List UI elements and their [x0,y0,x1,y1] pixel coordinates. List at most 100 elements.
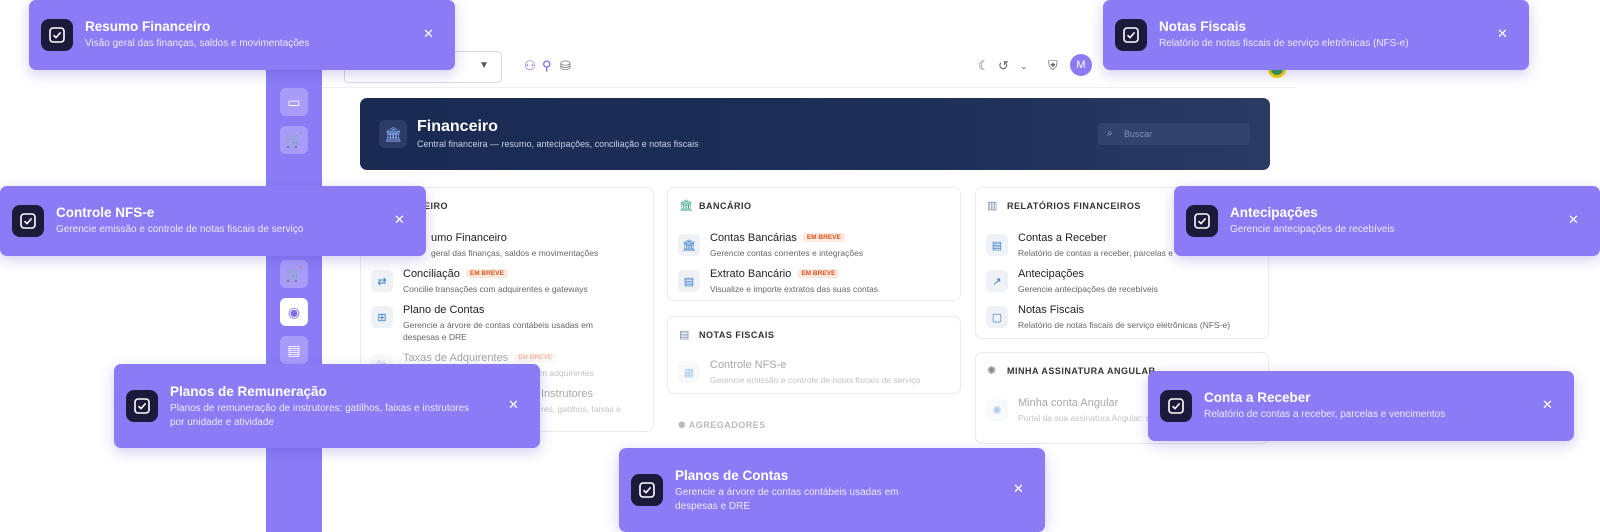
toast-notification: Conta a Receber Relatório de contas a re… [1148,371,1574,441]
bank-icon: 🏛 [379,120,407,148]
toast-title: Controle NFS-e [56,205,155,220]
bank-icon: 🏛 [678,234,700,256]
dashboard-icon[interactable]: ▭ [280,88,308,116]
check-icon [631,474,663,506]
item-title: Plano de Contas [403,304,485,316]
avatar[interactable]: M [1070,54,1092,76]
toast-description: Planos de remuneração de instrutores: ga… [170,403,470,428]
card-header: NOTAS FISCAIS [699,330,775,340]
toast-description: Relatório de contas a receber, parcelas … [1204,409,1446,420]
close-icon[interactable]: ✕ [1568,212,1579,228]
item-desc: Visualize e importe extratos das suas co… [710,284,879,294]
toast-notification: Planos de Contas Gerencie a árvore de co… [619,448,1045,532]
agregadores-header: ✺ AGREGADORES [678,420,766,430]
search-input[interactable]: ⌕ Buscar [1098,123,1250,145]
toast-title: Conta a Receber [1204,390,1311,405]
item-desc: Gerencie a árvore de contas contábeis us… [403,320,593,342]
finance-header: 🏛 Financeiro Central financeira — resumo… [360,98,1270,170]
toast-description: Gerencie emissão e controle de notas fis… [56,224,304,235]
bank-icon: 🏛 [679,200,693,212]
sidebar-rail: ▭ 🛒 🛒 ◉ ▤ [266,48,322,532]
close-icon[interactable]: ✕ [508,397,519,413]
toast-notification: Notas Fiscais Relatório de notas fiscais… [1103,0,1529,70]
cart-icon[interactable]: 🛒 [280,126,308,154]
history-icon[interactable]: ↺ [998,58,1009,74]
item-title: umo Financeiro [431,232,507,244]
exchange-icon: ⇄ [371,270,393,292]
check-icon [1160,390,1192,422]
toast-notification: Controle NFS-e Gerencie emissão e contro… [0,186,426,256]
page-subtitle: Central financeira — resumo, antecipaçõe… [417,139,699,149]
item-title: Contas Bancárias EM BREVE [710,232,845,244]
chart-icon: ▥ [987,200,998,212]
check-icon [1115,19,1147,51]
toast-description: Gerencie a árvore de contas contábeis us… [675,487,899,512]
stage: ▭ 🛒 🛒 ◉ ▤ ▼ ⚇ ⚲ ⛁ ☾ ↺ ⌄ ⛨ M 🏛 Financeiro… [0,0,1600,532]
toast-title: Antecipações [1230,205,1318,220]
item-desc: Gerencie emissão e controle de notas fis… [710,375,921,385]
chevron-down-icon[interactable]: ⌄ [1020,61,1028,72]
toast-notification: Planos de Remuneração Planos de remunera… [114,364,540,448]
toast-description: Gerencie antecipações de recebíveis [1230,224,1395,235]
trending-up-icon: ↗ [986,270,1008,292]
item-title: Controle NFS-e [710,359,787,371]
card-header: MINHA ASSINATURA ANGULAR [1007,366,1156,376]
close-icon[interactable]: ✕ [1013,481,1024,497]
item-title: Extrato Bancário EM BREVE [710,268,840,280]
toast-notification: Antecipações Gerencie antecipações de re… [1174,186,1600,256]
item-title: Instrutores [541,388,593,400]
finance-icon[interactable]: ◉ [280,298,308,326]
toast-description: Relatório de notas fiscais de serviço el… [1159,38,1409,49]
item-desc: Gerencie contas correntes e integrações [710,248,864,258]
search-placeholder: Buscar [1124,129,1153,139]
item-title: Notas Fiscais [1018,304,1085,316]
moon-icon[interactable]: ☾ [978,58,990,74]
user-check-icon[interactable]: ⚲ [542,58,552,74]
receipt-icon: ▤ [986,234,1008,256]
sparkle-icon: ✺ [986,399,1008,421]
close-icon[interactable]: ✕ [394,212,405,228]
bancario-card: 🏛 BANCÁRIO 🏛 Contas Bancárias EM BREVE Ge… [667,187,961,301]
toast-title: Planos de Remuneração [170,384,327,399]
item-desc: Relatório de notas fiscais de serviço el… [1018,320,1231,330]
receipt-icon: ▤ [678,270,700,292]
item-desc: geral das finanças, saldos e movimentaçõ… [431,248,599,258]
coming-soon-badge: EM BREVE [514,353,557,362]
close-icon[interactable]: ✕ [423,26,434,42]
invoice-icon: ▦ [678,361,700,383]
item-title: Taxas de Adquirentes EM BREVE [403,352,557,364]
sparkle-icon: ✺ [987,365,997,377]
coins-icon[interactable]: ⛁ [560,58,571,74]
page-title: Financeiro [417,118,498,135]
add-user-icon[interactable]: ⚇ [524,58,536,74]
coming-soon-badge: EM BREVE [797,269,840,278]
chevron-down-icon: ▼ [479,60,489,71]
document-icon: ▢ [986,306,1008,328]
item-title: Minha conta Angular [1018,397,1119,409]
check-icon [12,205,44,237]
coming-soon-badge: EM BREVE [465,269,508,278]
toast-title: Resumo Financeiro [85,19,211,34]
cart-icon[interactable]: 🛒 [280,260,308,288]
toast-description: Visão geral das finanças, saldos e movim… [85,38,310,49]
notas-card: ▤ NOTAS FISCAIS ▦ Controle NFS-e Gerenci… [667,316,961,394]
check-icon [1186,205,1218,237]
coming-soon-badge: EM BREVE [802,233,845,242]
tree-icon: ⊞ [371,306,393,328]
close-icon[interactable]: ✕ [1497,26,1508,42]
check-icon [41,19,73,51]
item-desc: Concilie transações com adquirentes e ga… [403,284,588,294]
item-title: Contas a Receber [1018,232,1107,244]
document-icon[interactable]: ▤ [280,336,308,364]
item-title: Conciliação EM BREVE [403,268,508,280]
item-desc: res, gatilhos, faixas e [541,404,621,414]
close-icon[interactable]: ✕ [1542,397,1553,413]
card-header: BANCÁRIO [699,201,752,211]
item-desc: Gerencie antecipações de recebíveis [1018,284,1158,294]
check-icon [126,390,158,422]
toast-title: Planos de Contas [675,468,789,483]
sparkle-icon: ✺ [678,420,687,430]
shield-icon[interactable]: ⛨ [1048,58,1058,74]
search-icon: ⌕ [1107,128,1113,139]
toast-title: Notas Fiscais [1159,19,1247,34]
